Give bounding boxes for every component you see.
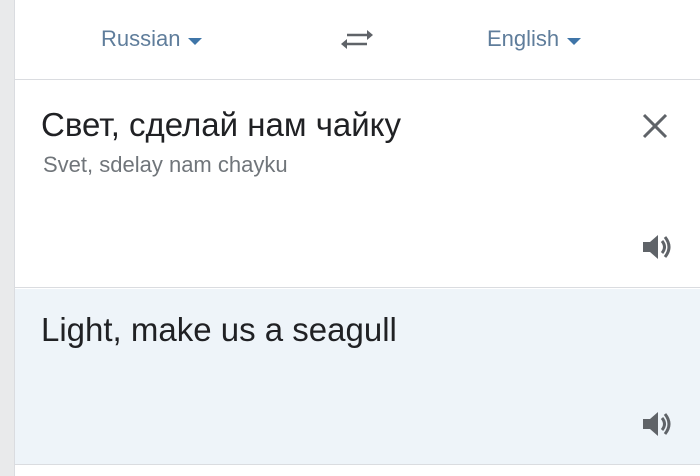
target-language-select[interactable]: English — [487, 22, 582, 56]
clear-button[interactable] — [639, 110, 671, 142]
close-icon — [642, 113, 668, 139]
result-panel: Light, make us a seagull — [15, 289, 700, 465]
speaker-icon — [643, 412, 671, 436]
listen-source-button[interactable] — [641, 232, 673, 262]
source-text[interactable]: Свет, сделай нам чайку — [41, 106, 401, 144]
translation-text: Light, make us a seagull — [41, 311, 397, 348]
swap-languages-button[interactable] — [339, 24, 375, 54]
translate-card: Russian English Свет, сделай нам чайку S… — [14, 0, 700, 476]
language-bar: Russian English — [15, 0, 700, 80]
source-panel[interactable]: Свет, сделай нам чайку Svet, sdelay nam … — [15, 80, 700, 288]
listen-translation-button[interactable] — [641, 409, 673, 439]
swap-arrows-icon — [341, 30, 373, 49]
bottom-divider — [15, 466, 700, 476]
source-language-label: Russian — [101, 26, 181, 51]
transliteration-text: Svet, sdelay nam chayku — [43, 152, 288, 177]
target-language-label: English — [487, 26, 560, 51]
speaker-icon — [643, 235, 671, 259]
chevron-down-icon — [567, 37, 582, 45]
source-language-select[interactable]: Russian — [101, 22, 203, 56]
chevron-down-icon — [188, 37, 203, 45]
